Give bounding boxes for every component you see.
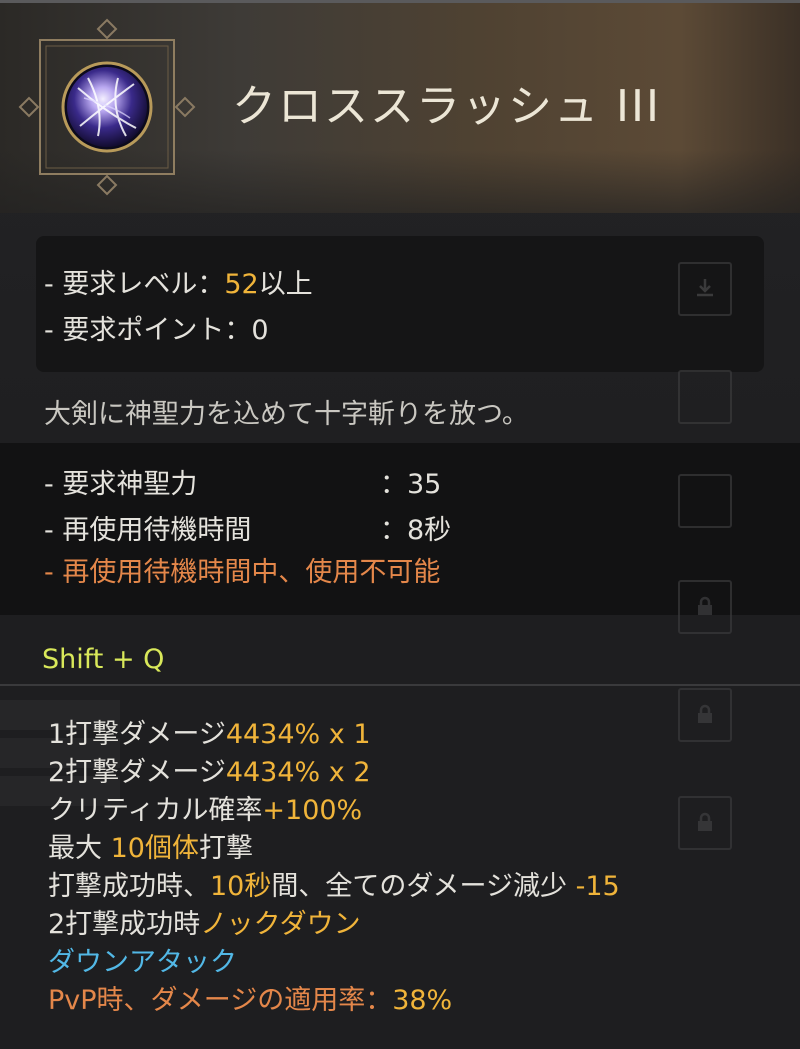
max-targets-suffix: 打撃 <box>198 833 253 864</box>
skill-description: 大剣に神聖力を込めて十字斬りを放つ。 <box>44 399 529 430</box>
damage-reduction-text: 間、全てのダメージ減少 <box>271 871 576 902</box>
hit1-value: 4434% x 1 <box>225 719 371 750</box>
max-targets-value: 10個体 <box>110 833 199 864</box>
required-level-label: - 要求レベル： <box>44 269 225 300</box>
required-level-value: 52 <box>224 269 259 300</box>
download-icon <box>697 279 713 297</box>
knockdown-prefix: 2打撃成功時 <box>48 909 201 940</box>
side-slot-locked[interactable] <box>678 688 732 742</box>
hit2-label: 2打撃ダメージ <box>48 757 226 788</box>
lock-icon <box>698 596 712 615</box>
effect-down-attack: ダウンアタック <box>48 947 237 978</box>
effect-hit2: 2打撃ダメージ4434% x 2 <box>48 750 371 789</box>
crit-label: クリティカル確率 <box>48 795 263 826</box>
side-slot-locked[interactable] <box>678 796 732 850</box>
hit2-value: 4434% x 2 <box>225 757 371 788</box>
cooldown-warning: - 再使用待機時間中、使用不可能 <box>44 557 441 588</box>
side-slot-empty[interactable] <box>678 474 732 528</box>
skill-title: クロススラッシュ III <box>232 81 661 132</box>
effect-knockdown: 2打撃成功時ノックダウン <box>48 902 361 941</box>
effect-max-targets: 最大 10個体打撃 <box>48 826 253 865</box>
required-level-suffix: 以上 <box>258 269 313 300</box>
effect-hit1: 1打撃ダメージ4434% x 1 <box>48 712 371 751</box>
side-slot-empty[interactable] <box>678 370 732 424</box>
skill-tooltip: クロススラッシュ III - 要求レベル：52以上 - 要求ポイント：0 大剣に… <box>0 0 800 1049</box>
hit1-label: 1打撃ダメージ <box>48 719 226 750</box>
pvp-rate-label: PvP時、ダメージの適用率： <box>48 985 393 1016</box>
required-points: - 要求ポイント：0 <box>44 315 269 346</box>
required-holy-power-label: - 要求神聖力 <box>44 469 198 500</box>
side-slot-download[interactable] <box>678 262 732 316</box>
damage-reduction-prefix: 打撃成功時、 <box>48 871 210 902</box>
damage-reduction-value: -15 <box>575 871 620 902</box>
effect-pvp-rate: PvP時、ダメージの適用率：38% <box>48 978 452 1017</box>
crit-value: +100% <box>262 795 363 826</box>
effect-damage-reduction: 打撃成功時、10秒間、全てのダメージ減少 -15 <box>48 864 620 903</box>
cooldown-label: - 再使用待機時間 <box>44 515 252 546</box>
hotkey: Shift + Q <box>42 644 165 675</box>
cooldown-value: ：8秒 <box>380 515 452 546</box>
section-divider <box>0 684 800 686</box>
lock-icon <box>698 812 712 831</box>
required-level: - 要求レベル：52以上 <box>44 262 313 301</box>
max-targets-prefix: 最大 <box>48 833 111 864</box>
cross-slash-skill-icon <box>18 18 196 196</box>
required-holy-power-value: ：35 <box>380 469 442 500</box>
requirements-box <box>36 236 764 372</box>
damage-reduction-duration: 10秒 <box>210 871 272 902</box>
skill-icon-frame <box>18 18 196 196</box>
side-slot-locked[interactable] <box>678 580 732 634</box>
pvp-rate-value: 38% <box>392 985 453 1016</box>
knockdown-value: ノックダウン <box>200 909 361 940</box>
lock-icon <box>698 704 712 723</box>
effect-crit: クリティカル確率+100% <box>48 788 362 827</box>
